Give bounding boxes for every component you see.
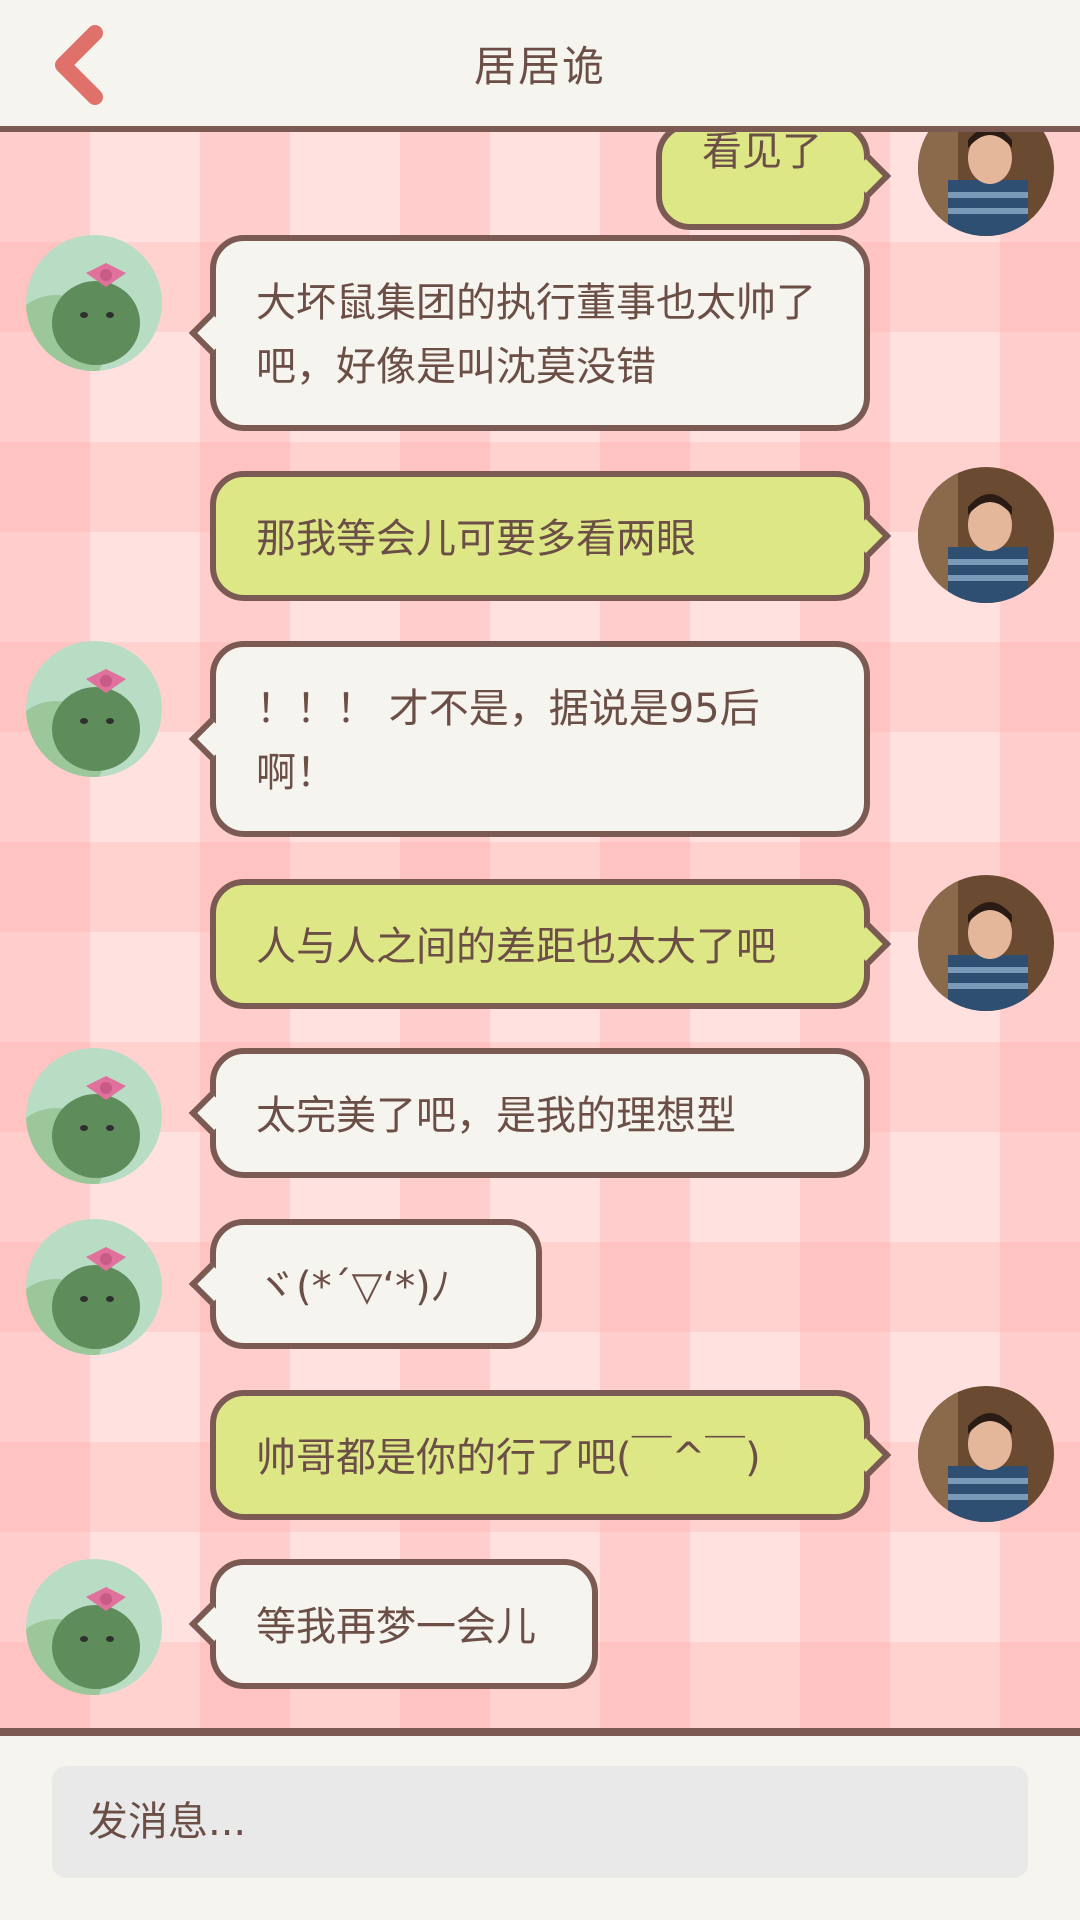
bubble-tail <box>188 717 232 761</box>
page-title: 居居诡 <box>473 41 606 91</box>
message-bubble-right[interactable]: 帅哥都是你的行了吧(￣^￣) <box>210 1390 892 1520</box>
avatar-me[interactable] <box>918 132 1054 236</box>
message-bubble-left[interactable]: ヾ(*´▽‘*)ﾉ <box>188 1219 542 1349</box>
back-button[interactable] <box>34 20 124 110</box>
dino-avatar-icon <box>26 1219 162 1355</box>
avatar-me[interactable] <box>918 875 1054 1011</box>
avatar-friend[interactable] <box>26 235 162 371</box>
message-text: 太完美了吧，是我的理想型 <box>256 1093 736 1139</box>
message-bubble-left[interactable]: ！！！ 才不是，据说是95后啊！ <box>188 641 870 837</box>
bubble-tail <box>848 514 892 558</box>
chevron-left-icon <box>55 25 103 105</box>
dino-avatar-icon <box>26 641 162 777</box>
message-text: 大坏鼠集团的执行董事也太帅了吧，好像是叫沈莫没错 <box>256 280 816 390</box>
avatar-friend[interactable] <box>26 1048 162 1184</box>
message-list[interactable]: 看见了 大坏鼠集团的执行董事也太帅了吧，好像是叫沈莫没错 那我等会儿可要多看两眼… <box>0 132 1080 1732</box>
message-text: 那我等会儿可要多看两眼 <box>256 516 696 562</box>
message-text: 看见了 <box>702 132 822 175</box>
person-avatar-icon <box>918 875 1054 1011</box>
avatar-me[interactable] <box>918 1386 1054 1522</box>
dino-avatar-icon <box>26 1048 162 1184</box>
bubble-tail <box>188 311 232 355</box>
bubble-tail <box>848 1433 892 1477</box>
message-bubble-left[interactable]: 太完美了吧，是我的理想型 <box>188 1048 870 1178</box>
dino-avatar-icon <box>26 235 162 371</box>
message-bubble-left[interactable]: 等我再梦一会儿 <box>188 1559 598 1689</box>
avatar-me[interactable] <box>918 467 1054 603</box>
message-bubble-right[interactable]: 人与人之间的差距也太大了吧 <box>210 879 892 1009</box>
message-bubble-left[interactable]: 大坏鼠集团的执行董事也太帅了吧，好像是叫沈莫没错 <box>188 235 870 431</box>
input-bar <box>0 1736 1080 1920</box>
message-bubble-right[interactable]: 那我等会儿可要多看两眼 <box>210 471 892 601</box>
message-text: ！！！ 才不是，据说是95后啊！ <box>256 686 760 796</box>
bubble-tail <box>188 1602 232 1646</box>
message-text: 帅哥都是你的行了吧(￣^￣) <box>256 1435 761 1481</box>
message-bubble-right[interactable]: 看见了 <box>656 132 892 230</box>
avatar-friend[interactable] <box>26 1219 162 1355</box>
person-avatar-icon <box>918 132 1054 236</box>
bubble-tail <box>188 1091 232 1135</box>
chat-screen: 居居诡 看见了 大坏鼠集团的执行董事也太帅了吧，好像是叫沈莫没错 那我等会儿可要… <box>0 0 1080 1920</box>
avatar-friend[interactable] <box>26 1559 162 1695</box>
dino-avatar-icon <box>26 1559 162 1695</box>
message-text: 人与人之间的差距也太大了吧 <box>256 924 776 970</box>
bubble-tail <box>848 154 892 198</box>
bubble-tail <box>188 1262 232 1306</box>
avatar-friend[interactable] <box>26 641 162 777</box>
message-text: 等我再梦一会儿 <box>256 1604 536 1650</box>
chat-divider <box>0 1728 1080 1736</box>
person-avatar-icon <box>918 467 1054 603</box>
bubble-tail <box>848 922 892 966</box>
header-bar: 居居诡 <box>0 0 1080 132</box>
person-avatar-icon <box>918 1386 1054 1522</box>
message-text: ヾ(*´▽‘*)ﾉ <box>256 1264 451 1310</box>
message-input[interactable] <box>52 1766 1028 1878</box>
